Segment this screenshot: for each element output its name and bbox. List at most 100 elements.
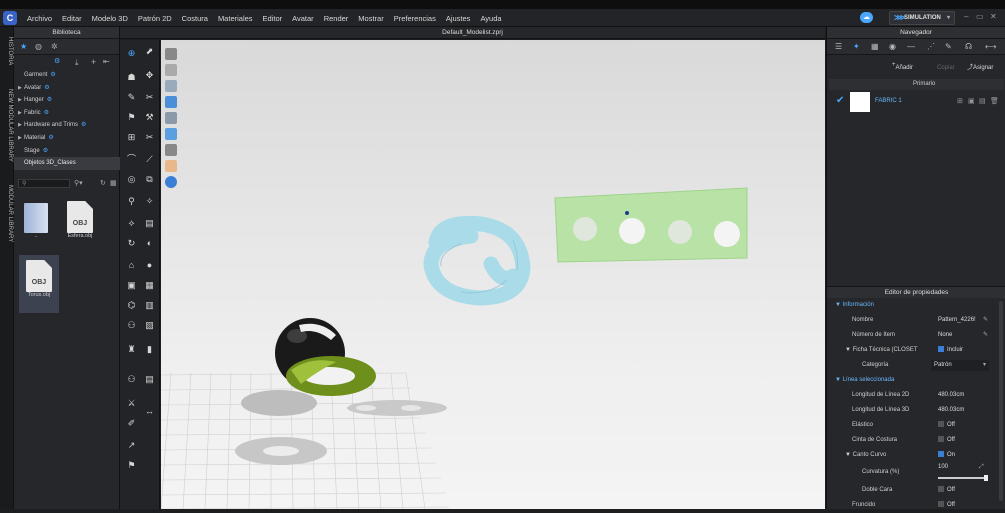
expand-icon[interactable]: ⤢ bbox=[979, 460, 984, 475]
zipper-tool-icon[interactable]: ⧉ bbox=[144, 174, 155, 185]
menu-modelo-3d[interactable]: Modelo 3D bbox=[87, 14, 133, 23]
library-file-parent[interactable]: .. bbox=[18, 203, 54, 239]
avatar-display-icon[interactable] bbox=[165, 80, 177, 92]
edit-pencil-icon[interactable]: ✎ bbox=[983, 313, 988, 328]
grid-view-icon[interactable]: ▦ bbox=[110, 179, 117, 187]
tree-item-hanger[interactable]: ▶ Hanger ⚙ bbox=[14, 94, 120, 107]
line-tool-icon[interactable]: ⟋ bbox=[144, 154, 155, 165]
tape-edit-icon[interactable]: ▤ bbox=[144, 374, 155, 385]
menu-editar[interactable]: Editar bbox=[57, 14, 87, 23]
tree-item-fabric[interactable]: ▶ Fabric ⚙ bbox=[14, 107, 120, 120]
elastic-checkbox[interactable] bbox=[938, 421, 944, 427]
steam-tool-icon[interactable]: ⚑ bbox=[126, 112, 137, 123]
library-file-torus[interactable]: OBJ Torus.obj bbox=[21, 260, 57, 298]
avatar-measure-icon[interactable]: ⚇ bbox=[126, 320, 137, 331]
assign-button[interactable]: ⤴ Asignar bbox=[967, 62, 993, 71]
menu-archivo[interactable]: Archivo bbox=[22, 14, 57, 23]
menu-patron-2d[interactable]: Patrón 2D bbox=[133, 14, 177, 23]
pose-tool-icon[interactable]: ⚔ bbox=[126, 398, 137, 409]
topstitch-icon[interactable]: ⋰ bbox=[927, 42, 935, 51]
menu-materiales[interactable]: Materiales bbox=[213, 14, 258, 23]
download-icon[interactable]: ⤓ bbox=[75, 58, 79, 68]
pin-tool-icon[interactable]: ✎ bbox=[126, 92, 137, 103]
menu-editor[interactable]: Editor bbox=[258, 14, 288, 23]
tree-item-stage[interactable]: Stage ⚙ bbox=[14, 145, 120, 158]
tab-historia[interactable]: HISTORIA bbox=[1, 37, 13, 65]
select-move-tool-icon[interactable]: ⊕ bbox=[126, 48, 137, 59]
tab-new-modular-library[interactable]: NEW MODULAR LIBRARY bbox=[1, 89, 13, 162]
line-icon[interactable]: — bbox=[907, 42, 915, 51]
refresh-icon[interactable]: ↻ bbox=[100, 179, 106, 187]
globe-icon[interactable]: ◍ bbox=[35, 42, 42, 51]
network-icon[interactable]: ✲ bbox=[51, 42, 58, 51]
arrange-tool-icon[interactable]: ⟡ bbox=[126, 218, 137, 229]
seam-tool-icon[interactable]: ✂ bbox=[144, 132, 155, 143]
include-checkbox[interactable] bbox=[938, 346, 944, 352]
tree-item-garment[interactable]: Garment ⚙ bbox=[14, 69, 120, 82]
list-icon[interactable]: ☰ bbox=[835, 42, 842, 51]
menu-mostrar[interactable]: Mostrar bbox=[353, 14, 388, 23]
minimize-icon[interactable]: – bbox=[964, 12, 968, 21]
tree-item-avatar[interactable]: ▶ Avatar ⚙ bbox=[14, 82, 120, 95]
properties-scrollbar[interactable] bbox=[999, 301, 1003, 501]
tack-tool-icon[interactable]: ✂ bbox=[144, 92, 155, 103]
menu-preferencias[interactable]: Preferencias bbox=[389, 14, 441, 23]
arrow-tool-icon[interactable]: ↗ bbox=[126, 440, 137, 451]
shirt-tool-icon[interactable]: ⚑ bbox=[126, 460, 137, 471]
fold-tool-icon[interactable]: ☗ bbox=[126, 72, 137, 83]
double-face-checkbox[interactable] bbox=[938, 486, 944, 492]
cloud-icon[interactable]: ☁ bbox=[860, 12, 873, 23]
add-icon[interactable]: + bbox=[91, 57, 96, 67]
grain-tool-icon[interactable]: ▤ bbox=[144, 218, 155, 229]
simulation-mode-dropdown[interactable]: ⋙ SIMULATION ▾ bbox=[889, 11, 955, 25]
3d-scene[interactable] bbox=[161, 40, 825, 509]
tab-primario[interactable]: Primario bbox=[829, 79, 1004, 90]
tape-measure-icon[interactable]: ⚇ bbox=[126, 374, 137, 385]
brush-tool-icon[interactable]: ⚒ bbox=[144, 112, 155, 123]
shirt-icon[interactable]: ✦ bbox=[853, 42, 860, 51]
ruler-tool-icon[interactable]: ↔ bbox=[144, 406, 155, 417]
seam-tape-checkbox[interactable] bbox=[938, 436, 944, 442]
star-icon[interactable]: ★ bbox=[20, 42, 27, 51]
maximize-icon[interactable]: ▭ bbox=[976, 12, 984, 21]
human-tool-icon[interactable]: ♜ bbox=[126, 344, 137, 355]
transform-tool-icon[interactable]: ✥ bbox=[144, 70, 155, 81]
fabric-display-icon[interactable] bbox=[165, 64, 177, 76]
menu-ayuda[interactable]: Ayuda bbox=[475, 14, 506, 23]
lighting-display-icon[interactable] bbox=[165, 176, 177, 188]
item-number-field[interactable]: None bbox=[938, 328, 952, 343]
layer-tool-icon[interactable]: ▦ bbox=[144, 280, 155, 291]
fabric-edit-icon[interactable]: ▤ bbox=[979, 97, 986, 105]
measure-icon[interactable]: ⟷ bbox=[985, 42, 996, 51]
tape-tool-icon[interactable]: ⌬ bbox=[126, 300, 137, 311]
tree-item-objetos-3d[interactable]: Objetos 3D_Clases bbox=[14, 157, 120, 170]
curved-edge-checkbox[interactable] bbox=[938, 451, 944, 457]
grid-tool-icon[interactable]: ▥ bbox=[144, 300, 155, 311]
menu-render[interactable]: Render bbox=[319, 14, 354, 23]
3d-viewport[interactable] bbox=[161, 40, 825, 509]
zipper-icon[interactable]: ✎ bbox=[945, 42, 952, 51]
fabric-tool-icon[interactable]: ▧ bbox=[144, 320, 155, 331]
button-tool-icon[interactable]: ◎ bbox=[126, 174, 137, 185]
edit-curve-tool-icon[interactable]: ⌒ bbox=[126, 154, 137, 165]
tree-item-material[interactable]: ▶ Material ⚙ bbox=[14, 132, 120, 145]
edit-pencil-icon[interactable]: ✎ bbox=[983, 328, 988, 343]
texture-tool-icon[interactable]: ✧ bbox=[144, 196, 155, 207]
name-field[interactable]: Pattern_4226! bbox=[938, 313, 976, 328]
hanger-icon[interactable]: ☊ bbox=[965, 42, 972, 51]
section-linea-seleccionada[interactable]: ▼ Línea seleccionada bbox=[835, 373, 894, 388]
fabric-copy-icon[interactable]: ▣ bbox=[968, 97, 975, 105]
category-select[interactable]: Patrón bbox=[931, 360, 989, 371]
grid-icon[interactable]: ▦ bbox=[871, 42, 879, 51]
fabric-delete-icon[interactable]: 🗑 bbox=[990, 97, 999, 105]
section-informacion[interactable]: ▼ Información bbox=[835, 298, 874, 313]
pen-tool-icon[interactable]: ✐ bbox=[126, 418, 137, 429]
button-icon[interactable]: ◉ bbox=[889, 42, 896, 51]
curvature-value[interactable]: 100 bbox=[938, 460, 948, 475]
shadow-display-icon[interactable] bbox=[165, 144, 177, 156]
library-file-esfera[interactable]: OBJ Esfera.obj bbox=[62, 201, 98, 239]
add-button[interactable]: + Añadir bbox=[892, 62, 913, 71]
box-tool-icon[interactable]: ▣ bbox=[126, 280, 137, 291]
skin-display-icon[interactable] bbox=[165, 160, 177, 172]
search-options-icon[interactable]: ⚲▾ bbox=[74, 179, 83, 187]
